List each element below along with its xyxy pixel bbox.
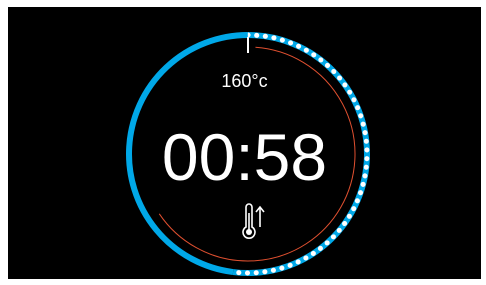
timer-display: 00:58 [161, 120, 328, 194]
thermometer-rising-icon [242, 203, 265, 239]
temperature-label: 160°c [221, 71, 268, 91]
oven-display: 160°c 00:58 [8, 7, 481, 279]
